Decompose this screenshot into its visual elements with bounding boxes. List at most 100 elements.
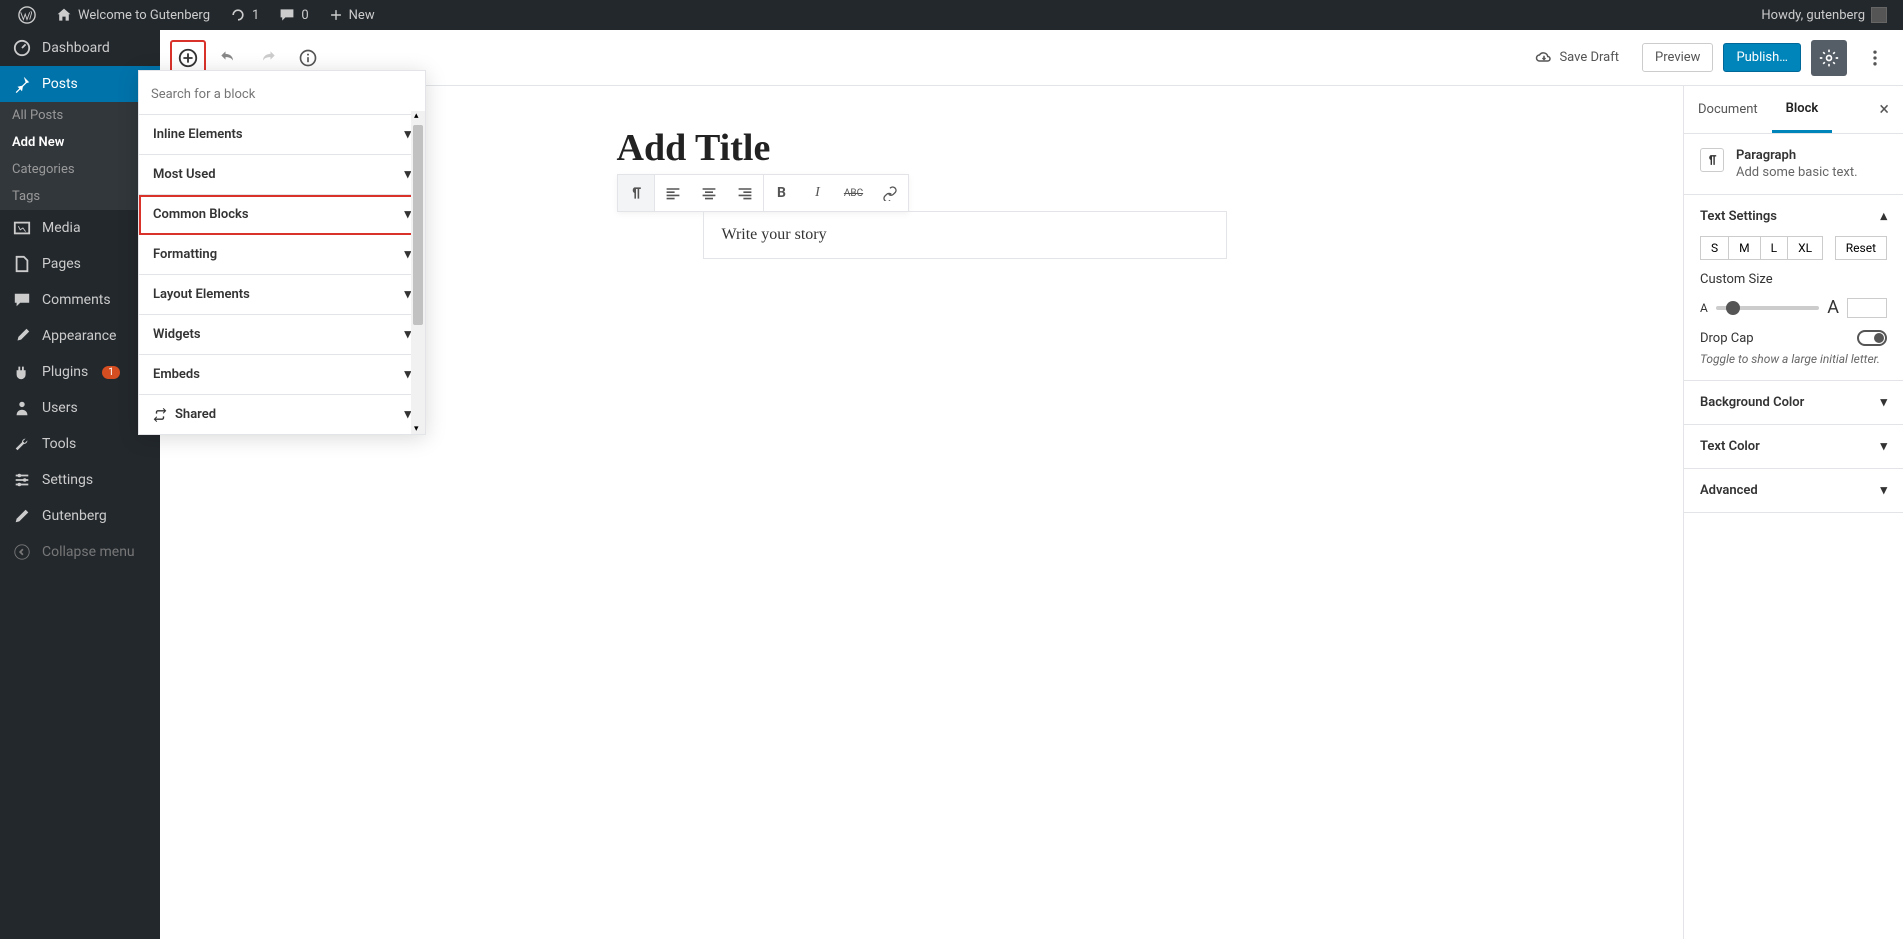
small-a-icon: A [1700, 301, 1708, 315]
link-button[interactable] [872, 175, 908, 211]
sliders-icon [12, 470, 32, 490]
nav-dashboard[interactable]: Dashboard [0, 30, 160, 66]
site-link[interactable]: Welcome to Gutenberg [46, 0, 220, 30]
nav-pages[interactable]: Pages [0, 246, 160, 282]
nav-add-new[interactable]: Add New [0, 129, 160, 156]
nav-tools[interactable]: Tools [0, 426, 160, 462]
more-button[interactable] [1857, 40, 1893, 76]
nav-collapse[interactable]: Collapse menu [0, 534, 160, 570]
font-size-slider[interactable] [1716, 306, 1819, 310]
group-formatting[interactable]: Formatting▾ [139, 235, 425, 275]
nav-gutenberg[interactable]: Gutenberg [0, 498, 160, 534]
group-label: Formatting [153, 247, 217, 262]
admin-bar: Welcome to Gutenberg 1 0 New Howdy, gute… [0, 0, 1903, 30]
advanced-section[interactable]: Advanced▾ [1684, 469, 1903, 513]
drop-cap-label: Drop Cap [1700, 331, 1754, 346]
bold-button[interactable]: B [764, 175, 800, 211]
italic-button[interactable]: I [800, 175, 836, 211]
bg-color-section[interactable]: Background Color▾ [1684, 381, 1903, 425]
group-shared[interactable]: Shared ▾ [139, 395, 425, 434]
bg-color-label: Background Color [1700, 395, 1804, 410]
new-link[interactable]: New [319, 0, 385, 30]
nav-settings-label: Settings [42, 472, 93, 488]
align-right-button[interactable] [727, 175, 763, 211]
nav-all-posts[interactable]: All Posts [0, 102, 160, 129]
settings-close-button[interactable]: × [1865, 99, 1903, 120]
slider-thumb[interactable] [1726, 301, 1740, 315]
size-s[interactable]: S [1700, 236, 1729, 260]
align-left-button[interactable] [655, 175, 691, 211]
gear-icon [1819, 48, 1839, 68]
group-widgets[interactable]: Widgets▾ [139, 315, 425, 355]
tab-document[interactable]: Document [1684, 86, 1772, 133]
reset-button[interactable]: Reset [1835, 236, 1887, 260]
advanced-label: Advanced [1700, 483, 1758, 498]
group-label: Most Used [153, 167, 216, 182]
group-most-used[interactable]: Most Used▾ [139, 155, 425, 195]
group-label: Layout Elements [153, 287, 250, 302]
group-layout-elements[interactable]: Layout Elements▾ [139, 275, 425, 315]
inserter-search-input[interactable] [151, 87, 413, 102]
nav-users[interactable]: Users [0, 390, 160, 426]
size-l[interactable]: L [1760, 236, 1788, 260]
align-center-button[interactable] [691, 175, 727, 211]
new-label: New [349, 8, 375, 23]
size-xl[interactable]: XL [1787, 236, 1823, 260]
title-block[interactable]: Add Title [617, 126, 1227, 170]
text-settings-header[interactable]: Text Settings ▴ [1700, 209, 1887, 224]
font-size-input[interactable] [1847, 298, 1887, 318]
block-type-button[interactable] [618, 175, 654, 211]
scroll-down-icon[interactable]: ▾ [414, 424, 419, 434]
text-color-label: Text Color [1700, 439, 1760, 454]
size-m[interactable]: M [1728, 236, 1760, 260]
drop-cap-help: Toggle to show a large initial letter. [1700, 352, 1887, 366]
post-title[interactable]: Add Title [617, 126, 1227, 170]
admin-bar-right[interactable]: Howdy, gutenberg [1761, 7, 1895, 23]
chevron-up-icon: ▴ [1880, 209, 1887, 224]
nav-plugins[interactable]: Plugins1 [0, 354, 160, 390]
nav-dashboard-label: Dashboard [42, 40, 110, 56]
inserter-scrollbar[interactable]: ▴ ▾ [411, 111, 425, 434]
plugin-icon [12, 362, 32, 382]
group-label: Embeds [153, 367, 200, 382]
nav-comments[interactable]: Comments [0, 282, 160, 318]
nav-settings[interactable]: Settings [0, 462, 160, 498]
wp-logo[interactable] [8, 0, 46, 30]
nav-media[interactable]: Media [0, 210, 160, 246]
large-a-icon: A [1827, 297, 1839, 318]
wordpress-icon [18, 6, 36, 24]
drop-cap-toggle[interactable] [1857, 330, 1887, 346]
preview-button[interactable]: Preview [1642, 43, 1713, 72]
group-label: Shared [175, 407, 216, 422]
undo-icon [218, 48, 238, 68]
comments-link[interactable]: 0 [269, 0, 318, 30]
save-draft-button[interactable]: Save Draft [1522, 42, 1632, 74]
scrollbar-thumb[interactable] [413, 125, 423, 325]
nav-tags[interactable]: Tags [0, 183, 160, 210]
paragraph-icon [628, 185, 644, 201]
strike-button[interactable]: ABC [836, 175, 872, 211]
group-embeds[interactable]: Embeds▾ [139, 355, 425, 395]
save-draft-label: Save Draft [1559, 50, 1619, 65]
nav-posts[interactable]: Posts [0, 66, 160, 102]
inserter-list[interactable]: Inline Elements▾ Most Used▾ Common Block… [139, 114, 425, 434]
custom-size-slider-row: A A [1700, 297, 1887, 318]
link-icon [882, 185, 898, 201]
nav-categories[interactable]: Categories [0, 156, 160, 183]
paragraph-block[interactable]: Write your story [703, 211, 1227, 259]
group-common-blocks[interactable]: Common Blocks▾ [139, 195, 425, 235]
updates-link[interactable]: 1 [220, 0, 269, 30]
chevron-down-icon: ▾ [1880, 439, 1887, 454]
admin-bar-left: Welcome to Gutenberg 1 0 New [8, 0, 385, 30]
editor-header-right: Save Draft Preview Publish… [1522, 40, 1893, 76]
group-inline-elements[interactable]: Inline Elements▾ [139, 115, 425, 155]
tab-block[interactable]: Block [1772, 86, 1833, 133]
scroll-up-icon[interactable]: ▴ [414, 111, 419, 121]
align-center-icon [701, 185, 717, 201]
text-color-section[interactable]: Text Color ▾ [1684, 425, 1903, 469]
block-desc: Add some basic text. [1736, 165, 1858, 180]
settings-toggle-button[interactable] [1811, 40, 1847, 76]
nav-appearance[interactable]: Appearance [0, 318, 160, 354]
group-label: Common Blocks [153, 207, 249, 222]
publish-button[interactable]: Publish… [1723, 43, 1801, 72]
